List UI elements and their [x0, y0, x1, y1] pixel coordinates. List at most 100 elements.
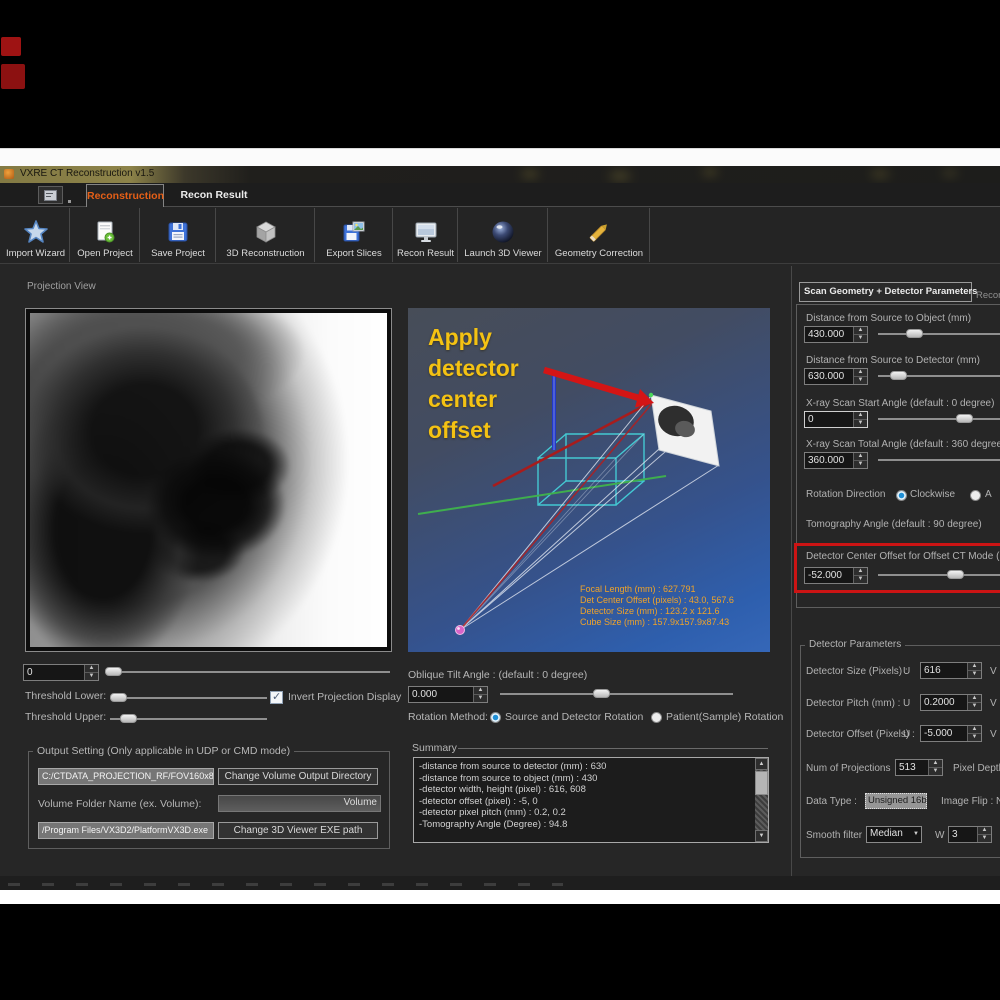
frame-number-spinner[interactable]: 0 ▲▼: [23, 664, 99, 681]
detector-offset-u-value[interactable]: -5.000: [921, 726, 967, 741]
spinner-arrows-icon[interactable]: ▲▼: [473, 687, 487, 702]
rotation-method-option1[interactable]: Source and Detector Rotation: [505, 711, 643, 723]
dist-source-detector-value[interactable]: 630.000: [805, 369, 853, 384]
project-tool-button[interactable]: [38, 186, 63, 204]
num-projections-spinner[interactable]: 513 ▲▼: [895, 759, 943, 776]
oblique-tilt-thumb[interactable]: [593, 689, 610, 698]
rotation-method-option2[interactable]: Patient(Sample) Rotation: [666, 711, 783, 723]
threshold-upper-slider[interactable]: [110, 718, 267, 720]
scan-total-angle-value[interactable]: 360.000: [805, 453, 853, 468]
tab-reconstruction[interactable]: Reconstruction: [86, 184, 164, 207]
spinner-arrows-icon[interactable]: ▲▼: [928, 760, 942, 775]
scroll-down-icon[interactable]: ▼: [755, 830, 768, 842]
frame-number-value[interactable]: 0: [24, 665, 84, 680]
detector-pitch-u-spinner[interactable]: 0.2000 ▲▼: [920, 694, 982, 711]
spinner-arrows-icon[interactable]: ▲▼: [967, 695, 981, 710]
toolbar-button-save-project[interactable]: Save Project: [141, 208, 216, 262]
oblique-tilt-value[interactable]: 0.000: [409, 687, 473, 702]
scroll-up-icon[interactable]: ▲: [755, 758, 768, 770]
rotation-direction-anticlockwise-label[interactable]: A: [985, 489, 992, 500]
data-type-label: Data Type :: [806, 796, 857, 807]
spinner-arrows-icon[interactable]: ▲▼: [967, 726, 981, 741]
spinner-arrows-icon[interactable]: ▲▼: [853, 369, 867, 384]
dist-source-detector-thumb[interactable]: [890, 371, 907, 380]
toolbar-button-geometry-correction[interactable]: Geometry Correction: [549, 208, 650, 262]
toolbar-button-open-project[interactable]: Open Project: [71, 208, 140, 262]
threshold-lower-thumb[interactable]: [110, 693, 127, 702]
spinner-arrows-icon[interactable]: ▲▼: [853, 568, 867, 583]
frame-slider[interactable]: [105, 671, 390, 673]
oblique-tilt-slider[interactable]: [500, 693, 733, 695]
scan-start-angle-slider[interactable]: [878, 418, 1000, 420]
detector-center-offset-label: Detector Center Offset for Offset CT Mod…: [806, 551, 1000, 562]
tab-recon-result[interactable]: Recon Result: [164, 184, 264, 207]
toolbar-button-3d-reconstruction[interactable]: 3D Reconstruction: [217, 208, 315, 262]
volume-folder-value: Volume: [344, 797, 377, 808]
data-type-value-button[interactable]: Unsigned 16b: [865, 793, 927, 809]
volume-folder-input[interactable]: Volume: [218, 795, 381, 812]
volume-output-dir-field[interactable]: C:/CTDATA_PROJECTION_RF/FOV160x80: [38, 768, 214, 785]
dist-source-object-spinner[interactable]: 430.000 ▲▼: [804, 326, 868, 343]
toolbar-label: Launch 3D Viewer: [464, 248, 541, 259]
right-panel-tab-scan-geometry[interactable]: Scan Geometry + Detector Parameters: [799, 282, 972, 302]
scan-start-angle-thumb[interactable]: [956, 414, 973, 423]
spinner-arrows-icon[interactable]: ▲▼: [853, 453, 867, 468]
toolbar-button-recon-result[interactable]: Recon Result: [394, 208, 458, 262]
smooth-filter-dropdown[interactable]: Median ▼: [866, 826, 922, 843]
dist-source-object-value[interactable]: 430.000: [805, 327, 853, 342]
invert-projection-checkbox[interactable]: [270, 691, 283, 704]
scan-start-angle-value[interactable]: 0: [805, 412, 853, 427]
spinner-arrows-icon[interactable]: ▲▼: [977, 827, 991, 842]
dist-source-detector-spinner[interactable]: 630.000 ▲▼: [804, 368, 868, 385]
rotation-direction-radio-anticlockwise[interactable]: [970, 490, 981, 501]
annotation-line: detector: [428, 353, 519, 384]
threshold-upper-thumb[interactable]: [120, 714, 137, 723]
dist-source-object-slider[interactable]: [878, 333, 1000, 335]
rotation-direction-radio-clockwise[interactable]: [896, 490, 907, 501]
rotation-method-radio-patient[interactable]: [651, 712, 662, 723]
toolbar-button-import-wizard[interactable]: Import Wizard: [2, 208, 70, 262]
xray-image[interactable]: [30, 313, 387, 647]
spinner-arrows-icon[interactable]: ▲▼: [84, 665, 98, 680]
detector-center-offset-thumb[interactable]: [947, 570, 964, 579]
panel-splitter[interactable]: [791, 266, 792, 886]
rotation-direction-clockwise-label[interactable]: Clockwise: [910, 489, 955, 500]
num-projections-value[interactable]: 513: [896, 760, 928, 775]
scan-total-angle-slider[interactable]: [878, 459, 1000, 461]
spinner-arrows-icon[interactable]: ▲▼: [853, 327, 867, 342]
dist-source-object-thumb[interactable]: [906, 329, 923, 338]
smooth-w-spinner[interactable]: 3 ▲▼: [948, 826, 992, 843]
toolbar-button-launch-3d-viewer[interactable]: Launch 3D Viewer: [459, 208, 548, 262]
threshold-lower-slider[interactable]: [110, 697, 267, 699]
scan-start-angle-spinner[interactable]: 0 ▲▼: [804, 411, 868, 428]
toolbar-label: 3D Reconstruction: [226, 248, 304, 259]
detector-center-offset-value[interactable]: -52.000: [805, 568, 853, 583]
detector-size-u-spinner[interactable]: 616 ▲▼: [920, 662, 982, 679]
scroll-thumb[interactable]: [755, 771, 768, 795]
detector-pitch-u-value[interactable]: 0.2000: [921, 695, 967, 710]
change-exe-path-button[interactable]: Change 3D Viewer EXE path: [218, 822, 378, 839]
scene-3d-panel[interactable]: Apply detector center offset Focal Lengt…: [408, 308, 770, 652]
scan-total-angle-spinner[interactable]: 360.000 ▲▼: [804, 452, 868, 469]
change-volume-dir-button[interactable]: Change Volume Output Directory: [218, 768, 378, 785]
summary-scrollbar[interactable]: ▲ ▼: [755, 758, 768, 842]
oblique-tilt-spinner[interactable]: 0.000 ▲▼: [408, 686, 488, 703]
detector-center-offset-slider[interactable]: [878, 574, 1000, 576]
dist-source-detector-slider[interactable]: [878, 375, 1000, 377]
rotation-direction-label: Rotation Direction: [806, 489, 885, 500]
detector-center-offset-spinner[interactable]: -52.000 ▲▼: [804, 567, 868, 584]
smooth-w-value[interactable]: 3: [949, 827, 977, 842]
rotation-method-radio-source[interactable]: [490, 712, 501, 723]
spinner-arrows-icon[interactable]: ▲▼: [853, 412, 867, 427]
detector-size-u-value[interactable]: 616: [921, 663, 967, 678]
summary-listbox[interactable]: -distance from source to detector (mm) :…: [413, 757, 769, 843]
detector-pitch-v-label: V: [990, 698, 997, 709]
frame-slider-thumb[interactable]: [105, 667, 122, 676]
toolbar-button-export-slices[interactable]: Export Slices: [316, 208, 393, 262]
edge-mark-top: [1, 37, 21, 56]
detector-size-u-label: U: [903, 666, 910, 677]
detector-offset-u-spinner[interactable]: -5.000 ▲▼: [920, 725, 982, 742]
spinner-arrows-icon[interactable]: ▲▼: [967, 663, 981, 678]
viewer-exe-path-field[interactable]: /Program Files/VX3D2/PlatformVX3D.exe: [38, 822, 214, 839]
right-panel-tab-recon-partial[interactable]: Recon: [976, 285, 1000, 301]
